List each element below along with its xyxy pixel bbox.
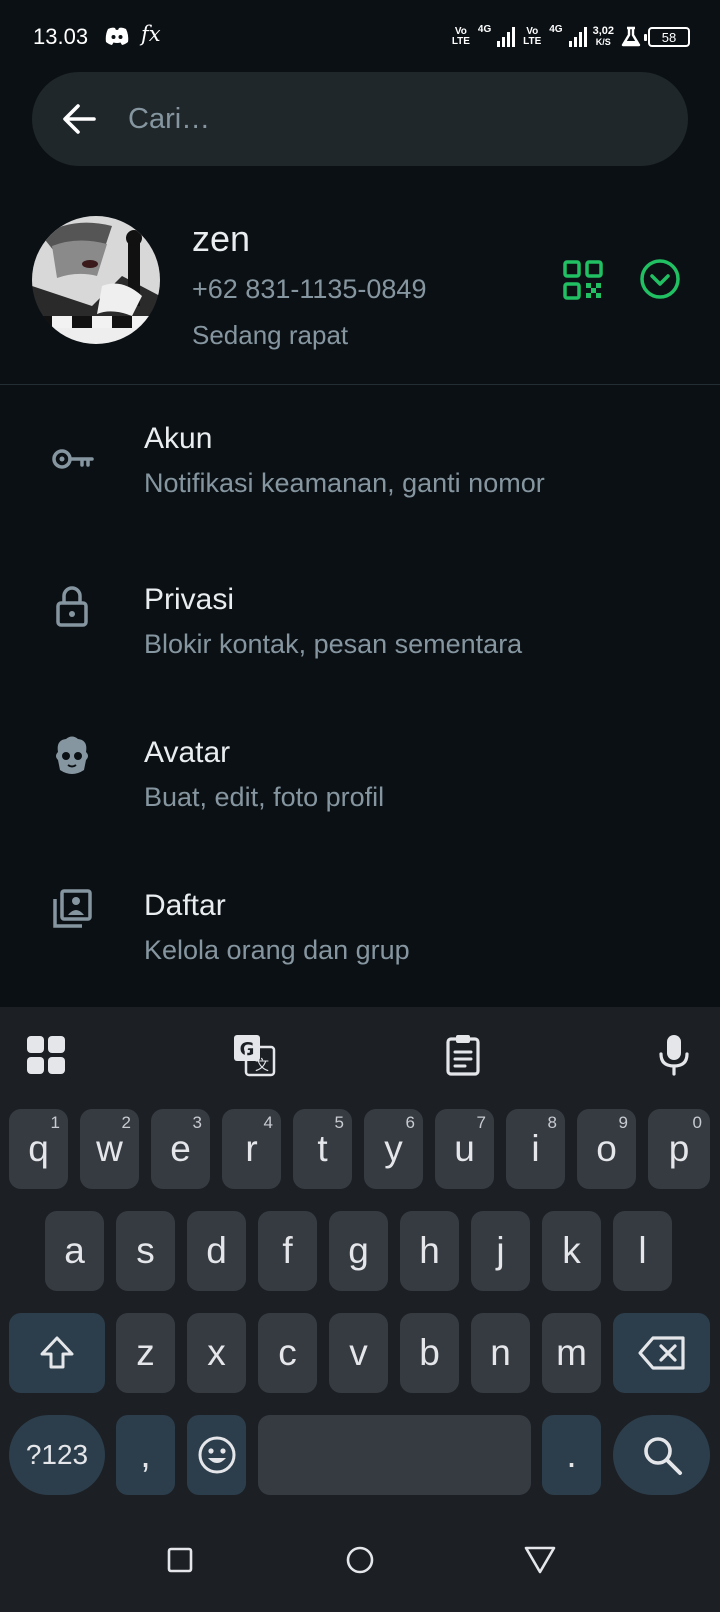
flask-icon — [621, 26, 641, 47]
profile-header[interactable]: zen +62 831-1135-0849 Sedang rapat — [0, 200, 720, 385]
status-bar: 13.03 fx Vo LTE 4G Vo LTE 4G 3,02 K/S 58 — [0, 0, 720, 72]
key-h[interactable]: h — [400, 1211, 459, 1291]
settings-item-privasi[interactable]: Privasi Blokir kontak, pesan sementara — [0, 553, 720, 703]
keyboard-toolbar: G 文 — [0, 1007, 720, 1102]
settings-item-avatar[interactable]: Avatar Buat, edit, foto profil — [0, 706, 720, 856]
home-icon[interactable] — [340, 1540, 380, 1580]
search-icon — [643, 1437, 682, 1475]
apps-grid-icon[interactable] — [24, 1033, 68, 1077]
lock-icon — [56, 586, 88, 627]
avatar[interactable] — [32, 216, 160, 344]
profile-name: zen — [192, 218, 251, 259]
comma-key[interactable]: , — [116, 1415, 175, 1495]
settings-item-subtitle: Kelola orang dan grup — [144, 935, 410, 965]
settings-item-subtitle: Buat, edit, foto profil — [144, 782, 385, 812]
key-e[interactable]: e3 — [151, 1109, 210, 1189]
key-r[interactable]: r4 — [222, 1109, 281, 1189]
settings-item-subtitle: Notifikasi keamanan, ganti nomor — [144, 468, 545, 498]
volte-indicator: Vo LTE — [523, 26, 542, 47]
battery-indicator: 58 — [644, 27, 690, 47]
key-a[interactable]: a — [45, 1211, 104, 1291]
key-k[interactable]: k — [542, 1211, 601, 1291]
settings-item-title: Akun — [144, 422, 213, 455]
key-v[interactable]: v — [329, 1313, 388, 1393]
fx-icon: fx — [141, 22, 161, 46]
discord-icon — [105, 27, 129, 45]
key-j[interactable]: j — [471, 1211, 530, 1291]
key-g[interactable]: g — [329, 1211, 388, 1291]
key-d[interactable]: d — [187, 1211, 246, 1291]
settings-item-title: Avatar — [144, 736, 231, 769]
navigation-bar — [0, 1512, 720, 1612]
recents-icon[interactable] — [160, 1540, 200, 1580]
settings-item-daftar[interactable]: Daftar Kelola orang dan grup — [0, 859, 720, 1009]
key-q[interactable]: q1 — [9, 1109, 68, 1189]
avatar-face-icon — [56, 736, 88, 774]
emoji-icon — [198, 1436, 235, 1474]
mic-icon[interactable] — [652, 1033, 696, 1077]
key-i[interactable]: i8 — [506, 1109, 565, 1189]
key-s[interactable]: s — [116, 1211, 175, 1291]
profile-phone: +62 831-1135-0849 — [192, 274, 427, 304]
network-type: 4G — [477, 24, 492, 35]
emoji-key[interactable] — [187, 1415, 246, 1495]
key-z[interactable]: z — [116, 1313, 175, 1393]
search-input[interactable] — [128, 92, 648, 146]
key-u[interactable]: u7 — [435, 1109, 494, 1189]
search-bar — [32, 72, 688, 166]
qr-code-icon[interactable] — [563, 260, 603, 300]
settings-item-subtitle: Blokir kontak, pesan sementara — [144, 629, 523, 659]
svg-text:文: 文 — [255, 1058, 269, 1074]
key-m[interactable]: m — [542, 1313, 601, 1393]
back-icon[interactable] — [520, 1540, 560, 1580]
shift-key[interactable] — [9, 1313, 105, 1393]
key-x[interactable]: x — [187, 1313, 246, 1393]
key-n[interactable]: n — [471, 1313, 530, 1393]
signal-icon — [497, 27, 516, 47]
search-action-key[interactable] — [613, 1415, 710, 1495]
network-type: 4G — [549, 24, 563, 35]
key-t[interactable]: t5 — [293, 1109, 352, 1189]
key-b[interactable]: b — [400, 1313, 459, 1393]
key-y[interactable]: y6 — [364, 1109, 423, 1189]
profile-status: Sedang rapat — [192, 320, 349, 350]
settings-item-title: Privasi — [144, 583, 235, 616]
key-l[interactable]: l — [613, 1211, 672, 1291]
key-p[interactable]: p0 — [648, 1109, 710, 1189]
translate-icon[interactable]: G 文 — [232, 1033, 276, 1077]
back-arrow-icon[interactable] — [60, 100, 98, 138]
shift-icon — [40, 1336, 74, 1369]
space-key[interactable] — [258, 1415, 531, 1495]
settings-item-akun[interactable]: Akun Notifikasi keamanan, ganti nomor — [0, 400, 720, 550]
key-f[interactable]: f — [258, 1211, 317, 1291]
signal-icon — [568, 27, 587, 47]
clipboard-icon[interactable] — [441, 1033, 485, 1077]
status-time: 13.03 — [33, 24, 89, 49]
symbols-key[interactable]: ?123 — [9, 1415, 105, 1495]
key-c[interactable]: c — [258, 1313, 317, 1393]
network-speed: 3,02 K/S — [592, 25, 614, 48]
settings-item-title: Daftar — [144, 889, 226, 922]
list-contacts-icon — [53, 889, 92, 928]
period-key[interactable]: . — [542, 1415, 601, 1495]
status-icons: Vo LTE 4G Vo LTE 4G 3,02 K/S 58 — [450, 22, 690, 52]
key-icon — [52, 449, 94, 469]
backspace-icon — [637, 1336, 685, 1370]
chevron-down-circle-icon[interactable] — [639, 258, 681, 300]
backspace-key[interactable] — [613, 1313, 710, 1393]
key-o[interactable]: o9 — [577, 1109, 636, 1189]
volte-indicator: Vo LTE — [451, 26, 470, 47]
key-w[interactable]: w2 — [80, 1109, 139, 1189]
